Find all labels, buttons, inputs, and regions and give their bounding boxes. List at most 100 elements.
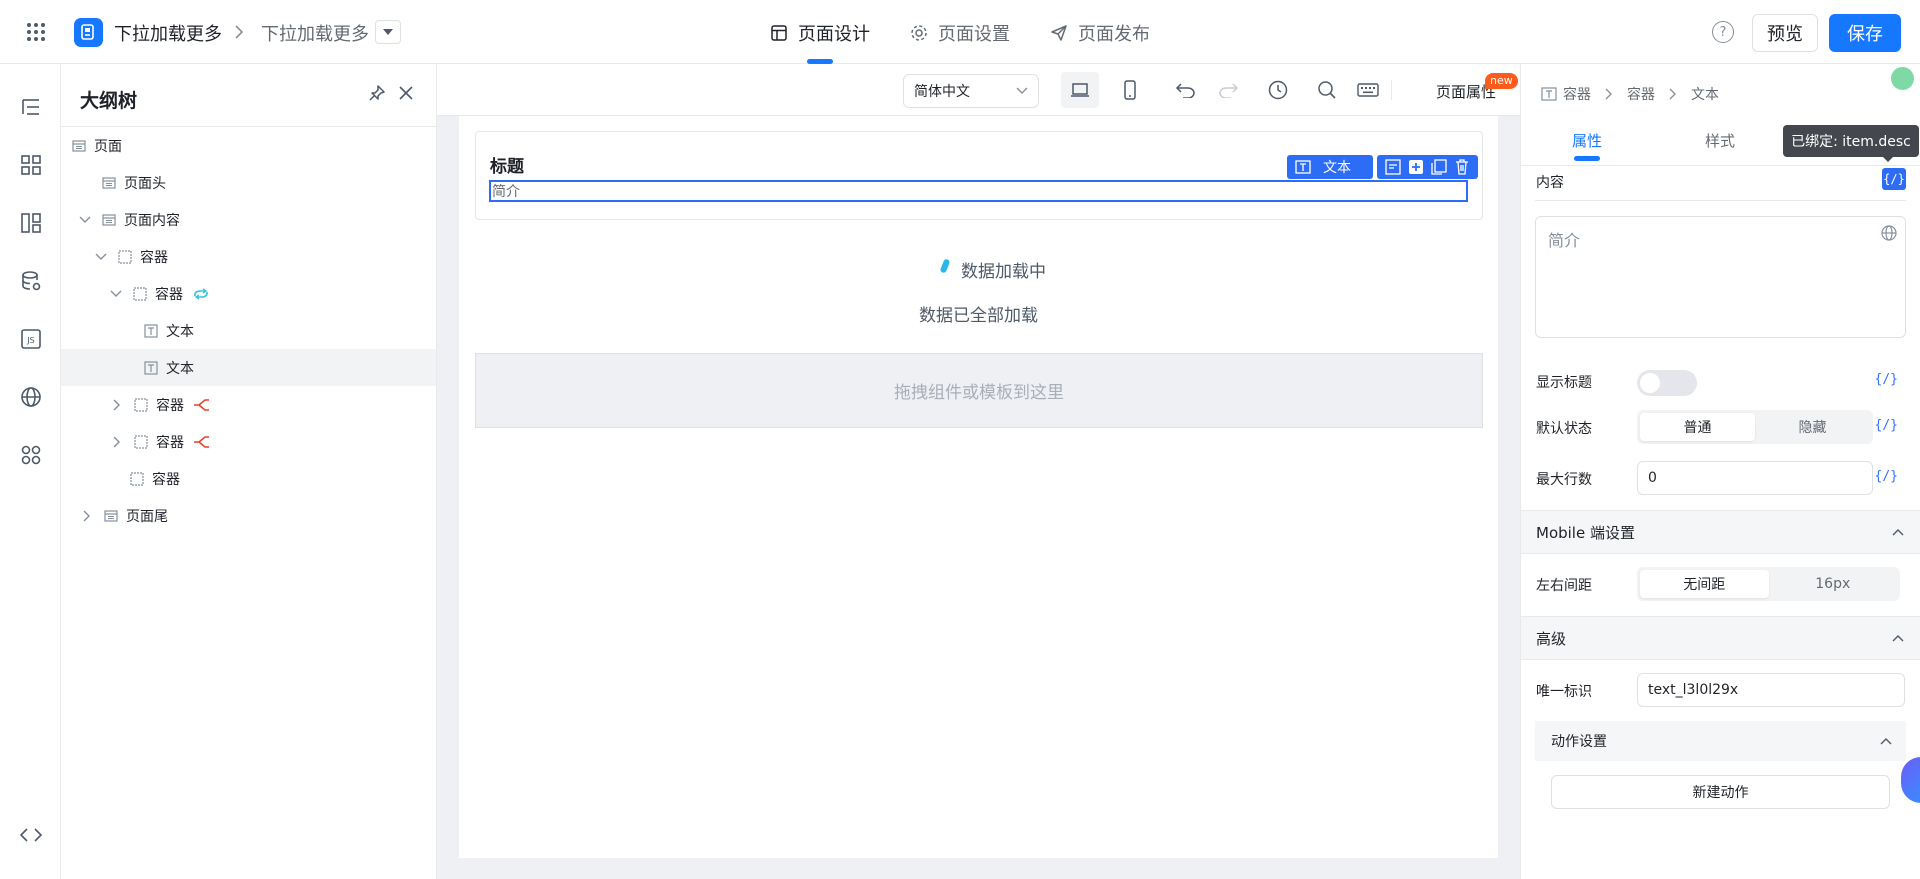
selected-text-element[interactable]: 简介 [489,180,1468,202]
content-value: 简介 [1548,231,1581,250]
chevron-down-icon[interactable] [78,213,92,227]
add-component-icon[interactable] [1407,158,1425,176]
branch-icon [192,398,210,412]
new-action-button[interactable]: 新建动作 [1551,775,1890,809]
pin-icon[interactable] [368,84,386,102]
container-icon [118,249,132,264]
search-icon[interactable] [1317,80,1337,100]
templates-icon[interactable] [18,210,44,236]
help-icon[interactable]: ? [1712,21,1734,43]
globe-icon[interactable] [18,384,44,410]
tree-item-container[interactable]: 容器 [61,238,436,275]
text-icon [144,323,158,338]
breadcrumb-item[interactable]: 文本 [1691,84,1719,104]
undo-icon[interactable] [1175,82,1197,98]
chevron-right-icon [234,24,244,40]
max-lines-value: 0 [1648,470,1657,486]
keyboard-icon[interactable] [1357,83,1379,97]
card-component[interactable]: 标题 文本 简介 [475,131,1483,220]
select-parent-icon[interactable] [1384,158,1402,176]
drop-zone[interactable]: 拖拽组件或模板到这里 [475,353,1483,428]
assistant-bubble-icon[interactable] [1901,757,1920,803]
chevron-down-icon[interactable] [94,250,108,264]
show-title-label: 显示标题 [1536,375,1592,391]
tree-item-page[interactable]: 页面 [61,127,436,164]
chevron-up-icon[interactable] [1892,528,1904,536]
mobile-icon [1124,80,1136,100]
tree-item-container-branch[interactable]: 容器 [61,423,436,460]
tree-item-container-branch[interactable]: 容器 [61,386,436,423]
tab-page-settings[interactable]: 页面设置 [910,18,1010,48]
apps-grid-icon[interactable] [26,22,46,42]
close-icon[interactable] [398,85,414,101]
loading-spinner-icon [939,258,951,274]
tree-item-container-loop[interactable]: 容器 [61,275,436,312]
action-settings-section[interactable]: 动作设置 [1535,721,1906,761]
switch-knob [1640,373,1660,393]
content-textarea[interactable]: 简介 [1535,216,1906,338]
history-icon[interactable] [1268,80,1288,100]
copy-icon[interactable] [1430,158,1448,176]
tree-item-page-content[interactable]: 页面内容 [61,201,436,238]
laptop-icon [1071,83,1089,97]
default-state-binding-icon[interactable]: {/} [1875,418,1898,433]
outline-tree-icon[interactable] [18,94,44,120]
chevron-right-icon[interactable] [80,509,94,523]
card-title[interactable]: 标题 [490,152,524,177]
state-option-normal[interactable]: 普通 [1640,413,1755,441]
redo-icon[interactable] [1217,82,1239,98]
components-icon[interactable] [18,152,44,178]
svg-text:JS: JS [26,336,34,345]
state-option-hidden[interactable]: 隐藏 [1755,413,1870,441]
desktop-view-button[interactable] [1061,72,1099,108]
padding-option-none[interactable]: 无间距 [1640,570,1769,598]
globe-icon[interactable] [1881,225,1897,241]
plugins-icon[interactable] [18,442,44,468]
max-lines-input[interactable]: 0 [1637,461,1873,495]
tree-item-container[interactable]: 容器 [61,460,436,497]
chevron-up-icon[interactable] [1892,634,1904,642]
page-switch-dropdown[interactable] [375,20,401,44]
page-icon [72,139,86,153]
tree-item-page-header[interactable]: 页面头 [61,164,436,201]
data-source-icon[interactable] [18,268,44,294]
language-select[interactable]: 简体中文 [903,74,1039,108]
mobile-settings-section[interactable]: Mobile 端设置 [1521,510,1920,554]
breadcrumb-item[interactable]: 容器 [1563,84,1591,104]
chevron-down-icon[interactable] [109,287,123,301]
uid-input[interactable]: text_l3l0l29x [1637,673,1905,707]
max-lines-binding-icon[interactable]: {/} [1875,469,1898,484]
component-tag-label: 文本 [1323,160,1351,176]
show-title-binding-icon[interactable]: {/} [1875,372,1898,387]
mobile-view-button[interactable] [1111,72,1149,108]
js-code-icon[interactable]: JS [18,326,44,352]
loading-text: 数据加载中 [961,262,1046,282]
chevron-up-icon[interactable] [1880,737,1892,745]
tab-props[interactable]: 属性 [1572,130,1602,151]
tree-item-text[interactable]: 文本 [61,312,436,349]
tree-item-page-footer[interactable]: 页面尾 [61,497,436,534]
breadcrumb-item[interactable]: 容器 [1627,84,1655,104]
tooltip-arrow [1882,156,1894,162]
selected-component-tag[interactable]: 文本 [1287,155,1373,179]
page-name[interactable]: 下拉加载更多 [261,20,369,46]
tab-style[interactable]: 样式 [1705,130,1735,151]
preview-button[interactable]: 预览 [1752,14,1818,52]
tree-item-label: 页面尾 [126,508,168,525]
tab-page-design[interactable]: 页面设计 [770,18,870,48]
save-button[interactable]: 保存 [1829,14,1901,52]
divider [1535,200,1906,201]
code-view-icon[interactable] [18,822,44,848]
tree-item-text-selected[interactable]: 文本 [61,349,436,386]
tab-label: 页面发布 [1078,24,1150,45]
chevron-right-icon[interactable] [110,435,124,449]
advanced-section[interactable]: 高级 [1521,616,1920,660]
app-title[interactable]: 下拉加载更多 [114,20,222,46]
content-binding-button[interactable]: {/} [1882,168,1906,190]
delete-icon[interactable] [1453,158,1471,176]
show-title-switch[interactable] [1637,370,1697,396]
chevron-right-icon[interactable] [110,398,124,412]
padding-option-16px[interactable]: 16px [1769,570,1898,598]
tab-page-publish[interactable]: 页面发布 [1050,18,1150,48]
content-label: 内容 [1536,175,1564,191]
